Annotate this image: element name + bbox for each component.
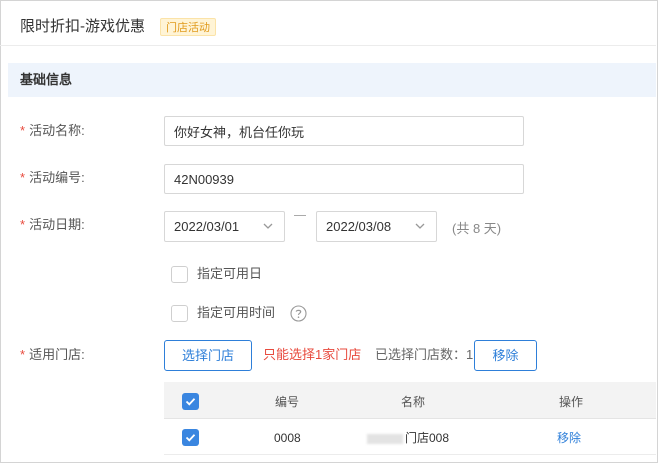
specify-time-checkbox[interactable] (171, 305, 188, 322)
start-date-picker[interactable]: 2022/03/01 (164, 211, 285, 242)
date-duration-text: (共 8 天) (452, 221, 502, 236)
chevron-down-icon (415, 223, 425, 229)
selected-store-count: 已选择门店数：1 (375, 347, 474, 362)
date-range-separator (294, 215, 306, 216)
column-header-code: 编号 (275, 395, 300, 409)
row-code: 0008 (274, 431, 301, 445)
section-header-basic-info: 基础信息 (8, 63, 656, 97)
required-mark: * (20, 217, 26, 232)
row-checkbox[interactable] (182, 429, 199, 446)
store-limit-warning: 只能选择1家门店 (263, 347, 362, 362)
end-date-picker[interactable]: 2022/03/08 (316, 211, 437, 242)
store-table: 编号 名称 操作 0008 门店008 移除 (164, 382, 656, 463)
select-all-checkbox[interactable] (182, 393, 199, 410)
table-row: 0008 门店008 移除 (164, 419, 656, 455)
specify-days-label: 指定可用日 (197, 266, 263, 281)
activity-date-label: * 活动日期: (20, 216, 85, 234)
activity-code-label-text: 活动编号: (29, 170, 85, 185)
column-header-name: 名称 (401, 395, 426, 409)
section-title: 基础信息 (20, 72, 73, 87)
remove-stores-button[interactable]: 移除 (474, 340, 537, 371)
activity-type-badge: 门店活动 (160, 18, 216, 36)
stores-label: * 适用门店: (20, 346, 85, 364)
activity-code-label: * 活动编号: (20, 169, 85, 187)
end-date-value: 2022/03/08 (326, 219, 392, 234)
column-header-action: 操作 (559, 395, 584, 409)
activity-name-input[interactable] (164, 116, 524, 146)
specify-time-label: 指定可用时间 (197, 305, 276, 320)
activity-name-label-text: 活动名称: (29, 123, 85, 138)
required-mark: * (20, 123, 26, 138)
activity-code-input[interactable] (164, 164, 524, 194)
check-icon (185, 434, 196, 442)
row-name-text: 门店008 (405, 431, 450, 445)
page-title: 限时折扣-游戏优惠 (20, 18, 145, 35)
check-icon (185, 398, 196, 406)
specify-days-checkbox[interactable] (171, 266, 188, 283)
page-header: 限时折扣-游戏优惠 门店活动 (0, 0, 656, 46)
row-remove-link[interactable]: 移除 (557, 430, 581, 446)
required-mark: * (20, 347, 26, 362)
table-header: 编号 名称 操作 (164, 382, 656, 419)
question-circle-icon[interactable] (290, 305, 307, 322)
activity-name-label: * 活动名称: (20, 122, 85, 140)
stores-label-text: 适用门店: (29, 347, 85, 362)
chevron-down-icon (263, 223, 273, 229)
select-store-button[interactable]: 选择门店 (164, 340, 252, 371)
activity-date-label-text: 活动日期: (29, 217, 85, 232)
row-name: 门店008 (367, 430, 449, 446)
required-mark: * (20, 170, 26, 185)
start-date-value: 2022/03/01 (174, 219, 240, 234)
redacted-text (367, 433, 403, 444)
